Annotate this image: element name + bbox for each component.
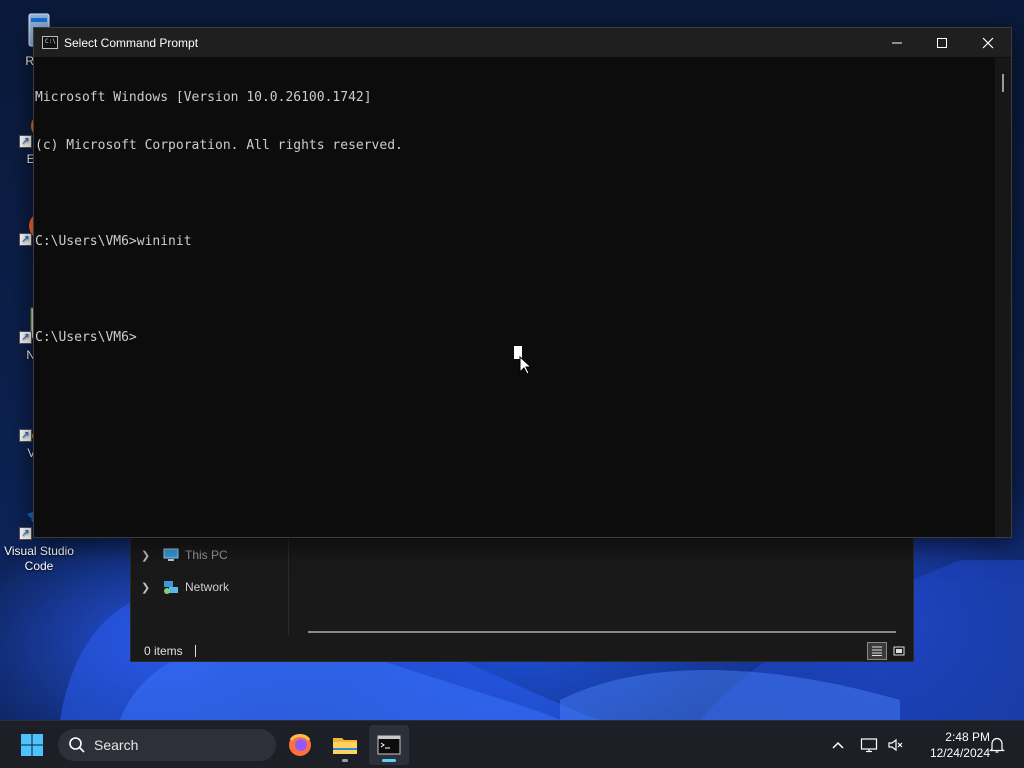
nav-item-network[interactable]: ❯ Network xyxy=(141,576,229,598)
clock-time: 2:48 PM xyxy=(945,730,990,744)
large-icons-view-icon xyxy=(893,646,905,656)
shortcut-arrow-icon: ↗ xyxy=(19,429,32,442)
clock-date: 12/24/2024 xyxy=(929,746,990,760)
console-prompt: C:\Users\VM6> xyxy=(35,330,137,345)
large-icons-view-button[interactable] xyxy=(889,642,909,660)
explorer-status-bar: 0 items xyxy=(131,641,913,661)
close-icon xyxy=(982,37,994,48)
item-count: 0 items xyxy=(144,644,183,658)
tray-overflow-button[interactable] xyxy=(826,721,850,768)
bell-icon xyxy=(989,737,1005,753)
firefox-icon xyxy=(289,734,311,756)
nav-item-label: This PC xyxy=(185,548,228,562)
title-bar[interactable]: C:\ Select Command Prompt xyxy=(34,28,1011,57)
file-explorer-icon xyxy=(333,738,357,754)
desktop-icon-label: Code xyxy=(24,559,54,573)
start-button[interactable] xyxy=(12,725,52,765)
shortcut-arrow-icon: ↗ xyxy=(19,135,32,148)
console-line: C:\Users\VM6>wininit xyxy=(35,234,192,249)
chevron-up-icon xyxy=(832,741,844,749)
search-icon xyxy=(69,737,85,753)
command-prompt-window[interactable]: C:\ Select Command Prompt Microsoft Wind… xyxy=(33,27,1012,538)
horizontal-scrollbar[interactable] xyxy=(308,631,896,633)
taskbar-app-command-prompt[interactable] xyxy=(369,725,409,765)
shortcut-arrow-icon: ↗ xyxy=(19,233,32,246)
minimize-icon xyxy=(892,42,902,43)
volume-button[interactable] xyxy=(884,721,908,768)
shortcut-arrow-icon: ↗ xyxy=(19,527,32,540)
network-icon xyxy=(163,580,179,594)
mouse-pointer-icon xyxy=(519,356,531,375)
this-pc-icon xyxy=(163,548,179,562)
command-prompt-icon xyxy=(377,735,401,755)
clock[interactable]: 2:48 PM 12/24/2024 xyxy=(912,729,990,761)
network-tray-icon xyxy=(860,738,878,753)
vertical-scrollbar[interactable] xyxy=(995,58,1011,537)
taskbar-app-file-explorer[interactable] xyxy=(325,725,365,765)
navigation-pane[interactable]: ❯ This PC ❯ Network xyxy=(131,537,289,635)
details-view-icon xyxy=(872,646,882,656)
nav-item-label: Network xyxy=(185,580,230,594)
scrollbar-thumb[interactable] xyxy=(1002,74,1004,92)
maximize-icon xyxy=(937,37,947,48)
shortcut-arrow-icon: ↗ xyxy=(19,331,32,344)
console-output[interactable]: Microsoft Windows [Version 10.0.26100.17… xyxy=(34,58,994,536)
console-line: Microsoft Windows [Version 10.0.26100.17… xyxy=(35,90,372,105)
search-placeholder: Search xyxy=(94,737,139,753)
chevron-right-icon[interactable]: ❯ xyxy=(141,581,155,594)
close-button[interactable] xyxy=(965,28,1011,57)
taskbar-app-firefox[interactable] xyxy=(280,725,320,765)
volume-muted-icon xyxy=(888,738,903,752)
chevron-right-icon[interactable]: ❯ xyxy=(141,549,155,562)
desktop-icon-label: Visual Studio xyxy=(4,544,74,558)
details-view-button[interactable] xyxy=(867,642,887,660)
running-indicator xyxy=(342,759,348,762)
taskbar-search[interactable]: Search xyxy=(58,729,276,761)
taskbar: Search 2:48 PM 12/24/2024 xyxy=(0,720,1024,768)
windows-start-icon xyxy=(21,734,43,756)
minimize-button[interactable] xyxy=(874,28,920,57)
console-line: (c) Microsoft Corporation. All rights re… xyxy=(35,138,403,153)
notifications-button[interactable] xyxy=(986,721,1008,768)
network-status-button[interactable] xyxy=(857,721,881,768)
file-explorer-window[interactable]: ❯ This PC ❯ Network 0 items xyxy=(130,536,914,662)
active-indicator xyxy=(382,759,396,762)
maximize-button[interactable] xyxy=(919,28,965,57)
window-title: Select Command Prompt xyxy=(64,35,199,50)
command-prompt-icon: C:\ xyxy=(42,36,58,49)
status-divider xyxy=(194,645,196,657)
nav-item-this-pc[interactable]: ❯ This PC xyxy=(141,544,228,566)
